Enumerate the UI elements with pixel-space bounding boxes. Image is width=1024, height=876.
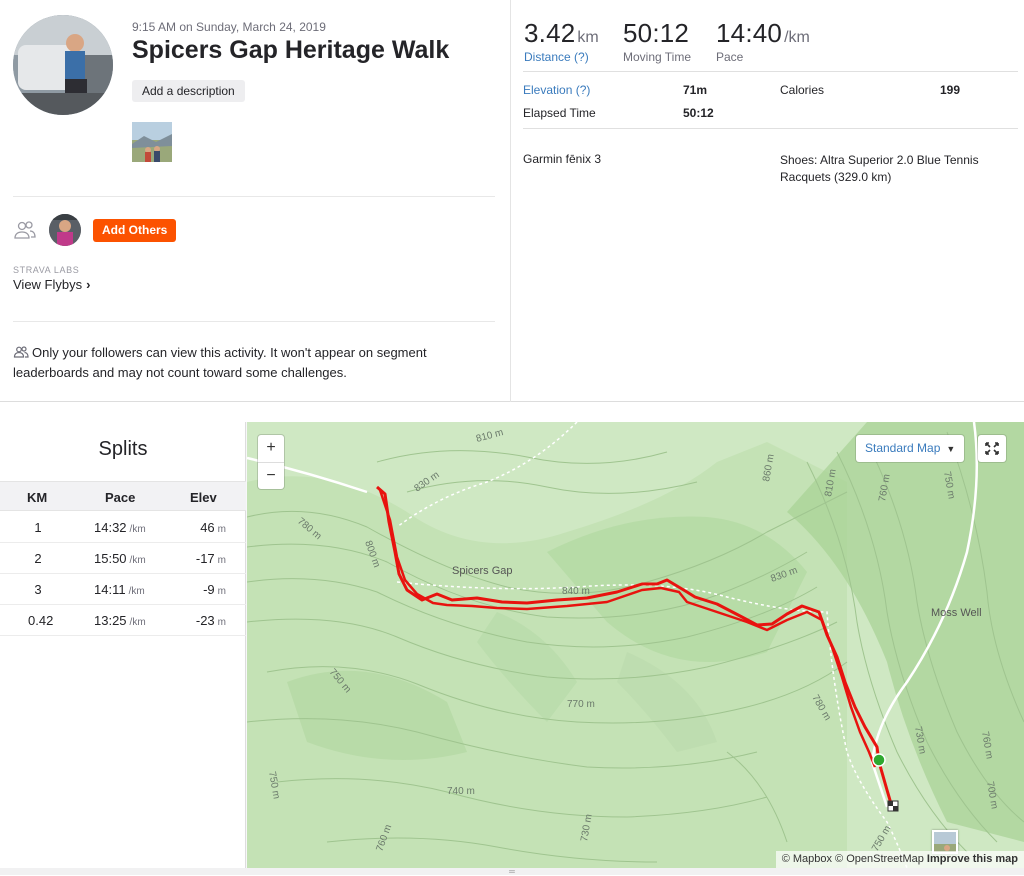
add-others-button[interactable]: Add Others xyxy=(93,219,177,242)
contour-label: 840 m xyxy=(562,586,590,597)
pace-value: 14:40 xyxy=(716,18,783,48)
chevron-right-icon: › xyxy=(86,277,91,292)
contour-label: 810 m xyxy=(475,427,505,445)
activity-photo-thumbnail[interactable] xyxy=(132,122,172,162)
zoom-control: + − xyxy=(258,435,284,489)
view-flybys-label: View Flybys xyxy=(13,277,83,292)
pace-unit: /km xyxy=(129,555,146,566)
splits-header-row: KM Pace Elev xyxy=(0,481,246,511)
distance-label[interactable]: Distance (?) xyxy=(524,50,599,64)
contour-label: 830 m xyxy=(412,470,441,495)
strava-labs-label: STRAVA LABS xyxy=(13,265,80,275)
finish-flag-icon xyxy=(887,800,899,812)
divider xyxy=(523,71,1018,72)
distance-value: 3.42 xyxy=(524,18,576,48)
split-km: 1 xyxy=(34,520,42,535)
privacy-text: Only your followers can view this activi… xyxy=(13,345,427,380)
calories-value: 199 xyxy=(940,83,961,97)
pace-unit: /km xyxy=(129,524,146,535)
map-style-label: Standard Map xyxy=(865,441,941,455)
split-pace: 14:32 xyxy=(94,520,127,535)
activity-datetime: 9:15 AM on Sunday, March 24, 2019 xyxy=(132,20,326,34)
route-map[interactable]: Spicers Gap Moss Well 810 m 830 m 780 m … xyxy=(247,422,1024,868)
split-row[interactable]: 2 15:50/km -17 m xyxy=(0,543,246,574)
moving-time-label: Moving Time xyxy=(623,50,692,64)
contour-label: 740 m xyxy=(447,786,475,797)
split-pace: 15:50 xyxy=(94,551,127,566)
elev-unit: m xyxy=(217,524,226,535)
place-label: Spicers Gap xyxy=(452,565,513,577)
split-km: 0.42 xyxy=(28,613,54,628)
activity-title: Spicers Gap Heritage Walk xyxy=(132,36,450,64)
caret-down-icon: ▼ xyxy=(946,444,956,454)
resize-handle[interactable]: ═ xyxy=(0,868,1024,876)
split-row[interactable]: 1 14:32/km 46 m xyxy=(0,512,246,543)
km-header: KM xyxy=(27,490,48,505)
shoes-info[interactable]: Shoes: Altra Superior 2.0 Blue Tennis Ra… xyxy=(780,152,985,186)
pace-header: Pace xyxy=(105,490,136,505)
privacy-notice: Only your followers can view this activi… xyxy=(13,343,483,383)
athlete-mini-avatar[interactable] xyxy=(49,214,81,246)
activity-stats: 3.42 km Distance (?) 50:12 Moving Time 14… xyxy=(512,0,1024,402)
map-canvas[interactable]: Spicers Gap Moss Well 810 m 830 m 780 m … xyxy=(247,422,1024,868)
expand-icon xyxy=(985,442,999,455)
distance-stat: 3.42 km Distance (?) xyxy=(524,18,599,64)
athlete-avatar[interactable] xyxy=(13,15,113,115)
place-label: Moss Well xyxy=(931,607,982,619)
view-flybys-link[interactable]: View Flybys › xyxy=(13,277,90,292)
pace-unit: /km xyxy=(129,617,146,628)
activity-card: 9:15 AM on Sunday, March 24, 2019 Spicer… xyxy=(0,0,1024,402)
split-elev: -17 xyxy=(195,551,215,566)
divider xyxy=(13,321,495,322)
map-attribution: © Mapbox © OpenStreetMap Improve this ma… xyxy=(775,851,1024,868)
elev-unit: m xyxy=(217,617,226,628)
elevation-label[interactable]: Elevation (?) xyxy=(523,83,590,97)
map-style-select[interactable]: Standard Map ▼ xyxy=(856,435,965,462)
split-elev: 46 xyxy=(200,520,215,535)
elapsed-time-label: Elapsed Time xyxy=(523,106,596,120)
elev-unit: m xyxy=(217,555,226,566)
splits-title: Splits xyxy=(98,438,148,460)
activity-summary: 9:15 AM on Sunday, March 24, 2019 Spicer… xyxy=(0,0,511,402)
split-km: 2 xyxy=(34,551,42,566)
contour-label: 770 m xyxy=(567,699,595,710)
split-elev: -23 xyxy=(195,613,215,628)
zoom-in-button[interactable]: + xyxy=(258,435,284,462)
add-description-button[interactable]: Add a description xyxy=(132,80,245,102)
split-pace: 14:11 xyxy=(94,582,126,597)
followers-icon xyxy=(13,344,29,358)
pace-label: Pace xyxy=(716,50,744,64)
elev-unit: m xyxy=(217,586,226,597)
zoom-out-button[interactable]: − xyxy=(258,462,284,489)
route-start-marker xyxy=(872,753,886,767)
attribution-text[interactable]: © Mapbox © OpenStreetMap xyxy=(782,853,924,865)
divider xyxy=(13,196,495,197)
divider xyxy=(523,128,1018,129)
pace-stat: 14:40/km Pace xyxy=(716,18,810,64)
calories-label: Calories xyxy=(780,83,825,97)
splits-panel: Splits KM Pace Elev 1 14:32/km 46 m 2 15:50/k… xyxy=(0,422,246,868)
moving-time-value: 50:12 xyxy=(623,18,690,48)
split-km: 3 xyxy=(34,582,42,597)
pace-unit: /km xyxy=(784,29,810,46)
elapsed-time-value: 50:12 xyxy=(683,106,714,120)
distance-unit: km xyxy=(577,29,599,46)
split-pace: 13:25 xyxy=(94,613,127,628)
split-row[interactable]: 3 14:11/km -9 m xyxy=(0,574,246,605)
group-icon xyxy=(13,219,37,241)
elevation-value: 71m xyxy=(683,83,708,97)
analysis-section: Splits KM Pace Elev 1 14:32/km 46 m 2 15:50/k… xyxy=(0,422,1024,876)
split-elev: -9 xyxy=(203,582,215,597)
improve-map-link[interactable]: Improve this map xyxy=(927,853,1018,865)
device-name: Garmin fēnix 3 xyxy=(523,152,602,166)
fullscreen-button[interactable] xyxy=(978,435,1006,462)
pace-unit: /km xyxy=(128,586,145,597)
elev-header: Elev xyxy=(190,490,217,505)
contour-label: 750 m xyxy=(870,824,893,854)
split-row[interactable]: 0.42 13:25/km -23 m xyxy=(0,605,246,636)
moving-time-stat: 50:12 Moving Time xyxy=(623,18,691,64)
